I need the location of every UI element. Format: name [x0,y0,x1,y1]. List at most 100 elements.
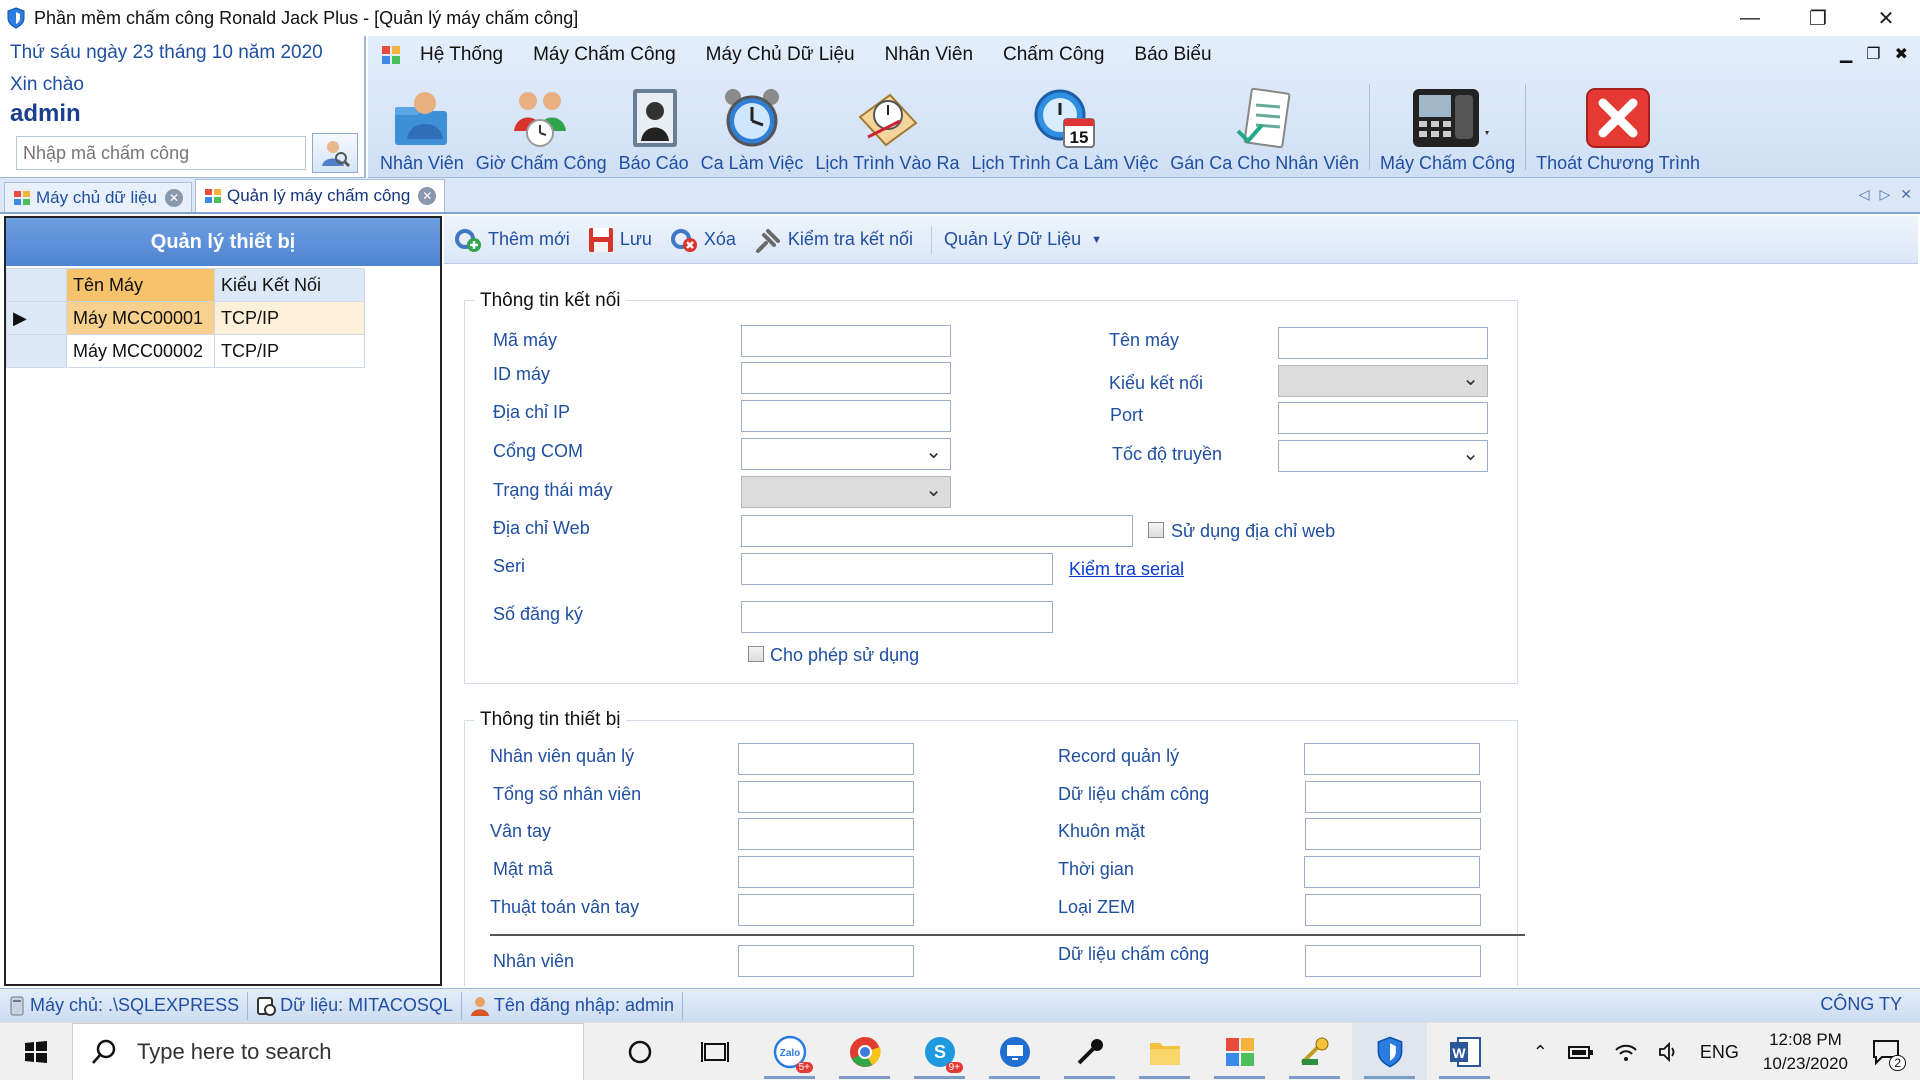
device-details-form: Thông tin kết nối Mã máy ID máy Địa chỉ … [444,264,1918,986]
attendance-data-count-input[interactable] [1305,945,1481,977]
ribbon-nhan-vien-button[interactable]: Nhân Viên [374,74,470,178]
employee-code-input[interactable] [16,136,306,170]
ribbon-thoat-button[interactable]: Thoát Chương Trình [1530,74,1706,178]
data-manage-dropdown[interactable]: Quản Lý Dữ Liệu ▼ [944,229,1102,250]
battery-icon[interactable] [1567,1044,1594,1060]
input-language[interactable]: ENG [1700,1042,1739,1063]
menu-nhan-vien[interactable]: Nhân Viên [885,44,973,66]
ribbon-lich-trinh-vao-ra-button[interactable]: Lịch Trình Vào Ra [809,74,965,178]
close-tab-icon[interactable]: ✕ [418,187,437,205]
cortana-button[interactable] [602,1023,677,1080]
task-view-button[interactable] [677,1023,752,1080]
taskbar-clock[interactable]: 12:08 PM 10/23/2020 [1763,1028,1848,1076]
web-address-input[interactable] [741,515,1133,547]
calendar-clock-icon: 15 [1034,89,1095,148]
com-port-select[interactable] [741,438,951,470]
tab-may-chu-du-lieu[interactable]: Máy chủ dữ liệu ✕ [4,182,192,212]
restore-button[interactable]: ❐ [1784,0,1852,36]
face-count-input[interactable] [1305,818,1481,850]
device-name-cell[interactable]: Máy MCC00001 [66,301,215,335]
tray-expand-icon[interactable]: ⌃ [1533,1042,1548,1063]
app-grid-app[interactable] [1202,1023,1277,1080]
close-tab-icon[interactable]: ✕ [165,188,183,207]
ten-may-input[interactable] [1278,327,1488,359]
menu-may-chu-du-lieu[interactable]: Máy Chủ Dữ Liệu [706,44,855,66]
column-header-kieu-ket-noi[interactable]: Kiểu Kết Nối [214,268,365,302]
security-tool-app[interactable] [1277,1023,1352,1080]
ribbon-ca-lam-viec-button[interactable]: Ca Làm Việc [695,74,810,178]
menu-bao-bieu[interactable]: Báo Biểu [1134,44,1211,66]
menu-may-cham-cong[interactable]: Máy Chấm Công [533,44,676,66]
tab-next-icon[interactable]: ▷ [1879,186,1890,203]
device-connection-cell[interactable]: TCP/IP [214,334,365,368]
tab-quan-ly-may-cham-cong[interactable]: Quản lý máy chấm công ✕ [195,179,446,212]
column-header-ten-may[interactable]: Tên Máy [66,268,215,302]
select-all-cell[interactable] [6,268,67,302]
close-button[interactable]: ✕ [1852,0,1920,36]
key-app[interactable] [1052,1023,1127,1080]
managed-employees-input[interactable] [738,743,914,775]
registration-number-input[interactable] [741,601,1053,633]
device-connection-cell[interactable]: TCP/IP [214,301,365,335]
menu-cham-cong[interactable]: Chấm Công [1003,44,1104,66]
zalo-app[interactable]: Zalo 5+ [752,1023,827,1080]
baud-rate-select[interactable] [1278,440,1488,472]
total-employees-input[interactable] [738,781,914,813]
user-icon [470,996,489,1016]
check-serial-link[interactable]: Kiểm tra serial [1069,559,1184,580]
add-button[interactable]: Thêm mới [454,227,570,253]
machine-status-select[interactable] [741,476,951,508]
current-row-indicator-icon[interactable]: ▶ [6,301,67,335]
app-menu-icon[interactable] [380,44,402,66]
device-name-cell[interactable]: Máy MCC00002 [66,334,215,368]
ribbon-bao-cao-button[interactable]: Báo Cáo [613,74,695,178]
check-connection-button[interactable]: Kiểm tra kết nối [754,227,913,253]
employee-count-input[interactable] [738,945,914,977]
device-time-input[interactable] [1304,856,1480,888]
employee-search-button[interactable] [312,133,358,173]
mdi-minimize-button[interactable]: ▁ [1840,44,1852,64]
managed-records-input[interactable] [1304,743,1480,775]
tab-close-all-icon[interactable]: ✕ [1900,186,1912,203]
mdi-close-button[interactable]: ✖ [1895,44,1908,64]
teamviewer-app[interactable] [977,1023,1052,1080]
ma-may-input[interactable] [741,325,951,357]
ip-address-input[interactable] [741,400,951,432]
password-count-input[interactable] [738,856,914,888]
start-button[interactable] [0,1023,72,1080]
ronald-jack-app[interactable] [1352,1022,1427,1080]
ribbon-gan-ca-button[interactable]: Gán Ca Cho Nhân Viên [1164,74,1365,178]
fingerprint-input[interactable] [738,818,914,850]
menu-he-thong[interactable]: Hệ Thống [420,44,503,66]
delete-button[interactable]: Xóa [670,227,736,253]
ribbon-lich-trinh-ca-lam-viec-button[interactable]: 15 Lịch Trình Ca Làm Việc [965,74,1164,178]
label-dia-chi-ip: Địa chỉ IP [493,402,571,422]
tab-prev-icon[interactable]: ◁ [1859,186,1870,203]
file-explorer-app[interactable] [1127,1023,1202,1080]
ribbon-gio-cham-cong-button[interactable]: Giờ Chấm Công [470,74,613,178]
zem-type-input[interactable] [1305,894,1481,926]
taskbar-search-box[interactable]: Type here to search [72,1022,584,1080]
allow-use-checkbox[interactable] [748,646,764,662]
port-input[interactable] [1278,402,1488,434]
word-app[interactable]: W [1427,1023,1502,1080]
notification-center-button[interactable]: 2 [1872,1039,1906,1071]
table-row[interactable]: Máy MCC00002 TCP/IP [6,334,365,368]
serial-input[interactable] [741,553,1053,585]
table-row[interactable]: ▶ Máy MCC00001 TCP/IP [6,301,365,335]
chrome-app[interactable] [827,1023,902,1080]
skype-app[interactable]: S 9+ [902,1023,977,1080]
attendance-data-input[interactable] [1305,781,1481,813]
id-may-input[interactable] [741,362,951,394]
connection-type-select[interactable] [1278,365,1488,397]
mdi-restore-button[interactable]: ❐ [1866,44,1880,64]
use-web-address-checkbox[interactable] [1148,522,1164,538]
volume-icon[interactable] [1658,1042,1680,1062]
wifi-icon[interactable] [1614,1042,1638,1062]
ribbon-may-cham-cong-button[interactable]: Máy Chấm Công [1374,74,1521,178]
save-button[interactable]: Lưu [588,227,652,253]
fingerprint-algorithm-input[interactable] [738,894,914,926]
label-toc-do-truyen: Tốc độ truyền [1112,444,1223,464]
minimize-button[interactable]: — [1716,0,1784,36]
row-selector[interactable] [6,334,67,368]
